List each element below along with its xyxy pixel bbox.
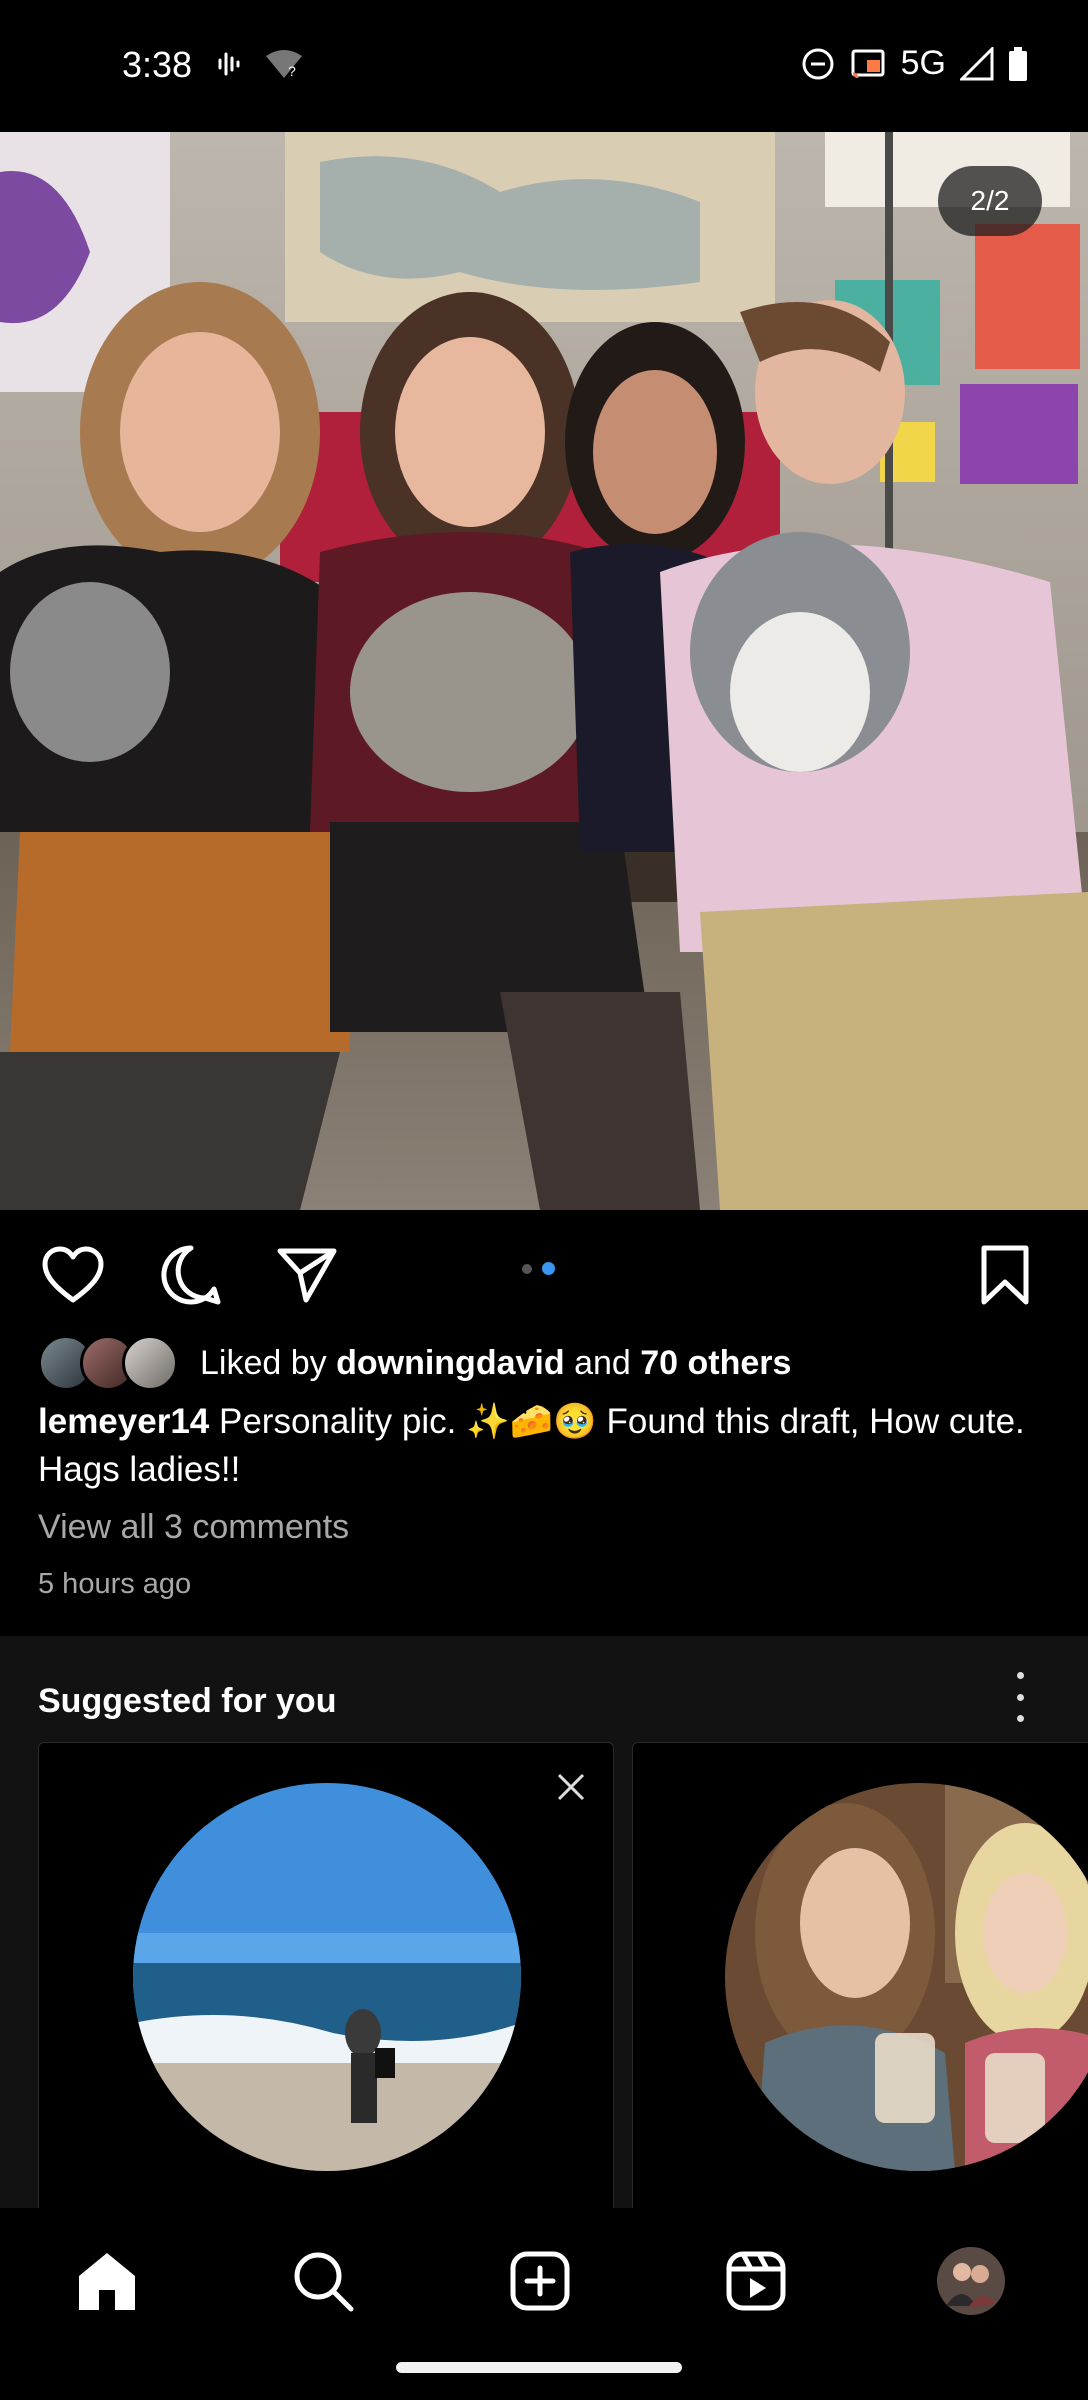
svg-text:?: ? (288, 63, 296, 79)
suggestion-avatar[interactable] (133, 1783, 521, 2171)
liker-avatars (38, 1335, 178, 1391)
caption-username[interactable]: lemeyer14 (38, 1402, 209, 1441)
search-icon[interactable] (288, 2246, 358, 2316)
post-photo[interactable]: 2/2 (0, 132, 1088, 1210)
home-icon[interactable] (72, 2246, 142, 2316)
avatar (122, 1335, 178, 1391)
create-icon[interactable] (505, 2246, 575, 2316)
home-indicator (396, 2362, 682, 2373)
network-label: 5G (900, 44, 946, 82)
carousel-dot (542, 1262, 555, 1275)
post-caption: lemeyer14 Personality pic. ✨🧀🥹 Found thi… (38, 1398, 1048, 1494)
group-photo (0, 132, 1088, 1210)
liked-by-user[interactable]: downingdavid (336, 1344, 565, 1383)
share-icon[interactable] (272, 1240, 342, 1310)
comment-icon[interactable] (156, 1240, 226, 1310)
carousel-indicator (522, 1262, 555, 1275)
status-time: 3:38 (122, 44, 193, 85)
status-bar: 3:38 ? 5G (0, 0, 1088, 132)
liked-by-prefix: Liked by (200, 1343, 337, 1382)
suggested-title: Suggested for you (38, 1682, 337, 1720)
carousel-dot (522, 1263, 532, 1274)
post-timestamp: 5 hours ago (38, 1568, 192, 1600)
profile-avatar[interactable] (936, 2246, 1006, 2316)
heart-icon[interactable] (38, 1240, 108, 1310)
suggestion-card[interactable] (38, 1742, 614, 2264)
reels-icon[interactable] (721, 2246, 791, 2316)
suggestion-avatar[interactable] (725, 1783, 1088, 2171)
battery-icon (1009, 46, 1027, 81)
likes-summary[interactable]: Liked by downingdavid and 70 others (38, 1334, 791, 1392)
post-actions (0, 1240, 1088, 1330)
suggestion-card[interactable] (632, 1742, 1088, 2264)
voicemail-icon (218, 52, 240, 76)
signal-icon (960, 46, 994, 80)
bookmark-icon[interactable] (970, 1240, 1040, 1310)
liked-by-others[interactable]: 70 others (640, 1344, 791, 1383)
cast-icon (851, 49, 885, 78)
view-comments-link[interactable]: View all 3 comments (38, 1508, 349, 1547)
bottom-nav (0, 2208, 1088, 2400)
suggested-section: Suggested for you (0, 1636, 1088, 2264)
carousel-counter: 2/2 (938, 166, 1042, 236)
wifi-question-icon: ? (266, 50, 302, 79)
do-not-disturb-icon (802, 48, 834, 79)
liked-by-and: and (564, 1343, 641, 1382)
more-options-icon[interactable] (1010, 1672, 1030, 1722)
close-icon[interactable] (551, 1767, 591, 1807)
